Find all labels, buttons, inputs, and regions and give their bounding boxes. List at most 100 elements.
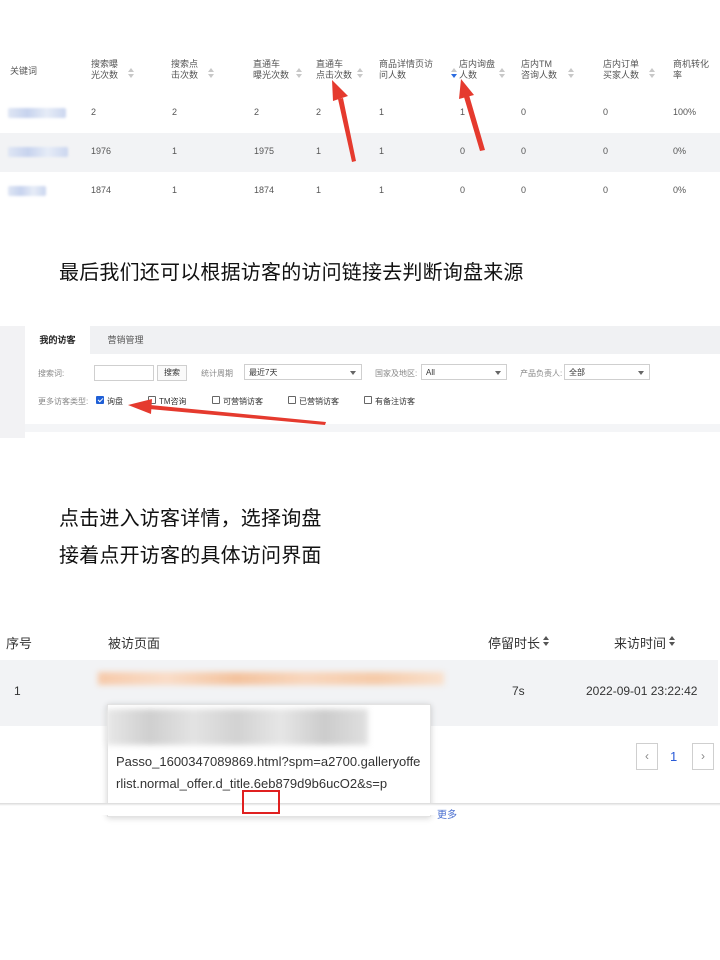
cell: 0 [603, 185, 609, 195]
header-visited-page: 被访页面 [108, 636, 161, 651]
header-visit-time[interactable]: 来访时间 [614, 633, 666, 652]
header-detail-visitors[interactable]: 商品详情页访 问人数 [379, 59, 433, 81]
period-label: 统计周期 [201, 369, 233, 378]
header-search-clicks[interactable]: 搜索点 击次数 [171, 59, 198, 81]
table-row: 1976 1 1975 1 1 0 0 0 0% [0, 133, 720, 172]
cell: 1 [460, 107, 466, 117]
table-row: 2 2 2 2 1 1 0 0 100% [0, 94, 720, 133]
checkbox-marketed[interactable] [288, 396, 296, 404]
header-index: 序号 [6, 636, 33, 651]
next-page-button[interactable]: › [692, 743, 714, 770]
current-page[interactable]: 1 [670, 749, 677, 764]
cell: 0 [521, 146, 527, 156]
cell: 1976 [91, 146, 112, 156]
visited-url-text[interactable]: Passo_1600347089869.html?spm=a2700.galle… [116, 751, 421, 795]
cell: 0% [673, 146, 687, 156]
checkbox-marketed-label: 已营销访客 [299, 397, 339, 406]
sort-icon[interactable] [296, 68, 302, 78]
row-visit-time: 2022-09-01 23:22:42 [586, 684, 698, 698]
header-tm-consults[interactable]: 店内TM 咨询人数 [521, 59, 557, 81]
cell: 2 [316, 107, 322, 117]
sort-icon[interactable] [669, 636, 676, 646]
cell: 0 [521, 185, 527, 195]
sort-icon[interactable] [543, 636, 550, 646]
search-button[interactable]: 搜索 [157, 365, 187, 381]
cell: 1874 [91, 185, 112, 195]
row-stay-duration: 7s [512, 684, 525, 698]
sort-icon[interactable] [357, 68, 363, 78]
caption-inquiry-source: 最后我们还可以根据访客的访问链接去判断询盘来源 [59, 262, 524, 284]
blurred-keyword[interactable] [8, 186, 46, 196]
side-gutter [0, 326, 25, 438]
header-order-buyers[interactable]: 店内订单 买家人数 [603, 59, 639, 81]
header-stay-duration[interactable]: 停留时长 [488, 633, 540, 652]
tab-bar: 我的访客 营销管理 [25, 326, 720, 354]
cell: 100% [673, 107, 697, 117]
cell: 1 [379, 107, 385, 117]
cell: 2 [172, 107, 178, 117]
table-row: 1874 1 1874 1 1 0 0 0 0% [0, 172, 720, 211]
sort-icon[interactable] [649, 68, 655, 78]
cell: 1 [172, 146, 178, 156]
cell: 0 [460, 146, 466, 156]
row-index: 1 [14, 684, 21, 698]
checkbox-tm-consult[interactable] [148, 396, 156, 404]
checkbox-noted[interactable] [364, 396, 372, 404]
header-p4p-impressions[interactable]: 直通车 曝光次数 [253, 59, 289, 81]
cell: 1 [379, 146, 385, 156]
cell: 0 [460, 185, 466, 195]
cell: 0% [673, 185, 687, 195]
sort-icon[interactable] [499, 68, 505, 78]
panel-footer [25, 424, 720, 432]
tab-marketing[interactable]: 营销管理 [92, 326, 159, 354]
caption-select-inquiry: 点击进入访客详情，选择询盘 [59, 508, 322, 530]
header-p4p-clicks[interactable]: 直通车 点击次数 [316, 59, 352, 81]
cell: 1874 [254, 185, 275, 195]
cell: 1975 [254, 146, 275, 156]
highlight-box-source-param [242, 790, 280, 814]
cell: 1 [316, 146, 322, 156]
header-keyword: 关键词 [10, 66, 38, 76]
region-label: 国家及地区: [375, 369, 418, 378]
cell: 0 [603, 146, 609, 156]
cutoff-shadow [0, 803, 720, 806]
owner-select[interactable]: 全部 [564, 364, 650, 380]
visitor-types-label: 更多访客类型: [38, 397, 89, 406]
prev-page-button[interactable]: ‹ [636, 743, 658, 770]
period-select[interactable]: 最近7天 [244, 364, 362, 380]
checkbox-tm-consult-label: TM咨询 [159, 397, 187, 406]
checkbox-inquiry-label: 询盘 [107, 397, 123, 406]
header-search-impressions[interactable]: 搜索曝 光次数 [91, 59, 118, 81]
filter-body: 搜索词: 搜索 统计周期 最近7天 国家及地区: All 产品负责人: 全部 更… [25, 354, 720, 424]
blurred-keyword[interactable] [8, 108, 66, 118]
visitor-filter-panel: 我的访客 营销管理 搜索词: 搜索 统计周期 最近7天 国家及地区: All 产… [0, 326, 720, 438]
caption-open-visit-page: 接着点开访客的具体访问界面 [59, 545, 322, 567]
cell: 0 [603, 107, 609, 117]
header-conversion-rate[interactable]: 商机转化率 [673, 59, 709, 81]
tab-my-visitors[interactable]: 我的访客 [25, 326, 90, 354]
search-label: 搜索词: [38, 369, 65, 378]
cell: 2 [254, 107, 260, 117]
blurred-keyword[interactable] [8, 147, 68, 157]
search-input[interactable] [94, 365, 154, 381]
visit-detail-table: 序号 被访页面 停留时长 来访时间 1 7s 2022-09-01 23:22:… [0, 625, 720, 817]
checkbox-marketable[interactable] [212, 396, 220, 404]
checkbox-noted-label: 有备注访客 [375, 397, 415, 406]
header-store-inquiries[interactable]: 店内询盘 人数 [459, 59, 495, 81]
blurred-url-start [106, 709, 368, 745]
cell: 2 [91, 107, 97, 117]
sort-icon[interactable] [128, 68, 134, 78]
blurred-page-title[interactable] [98, 672, 444, 685]
sort-icon[interactable] [568, 68, 574, 78]
cell: 0 [521, 107, 527, 117]
region-select[interactable]: All [421, 364, 507, 380]
more-link[interactable]: 更多 [437, 806, 457, 821]
table-header: 关键词 搜索曝 光次数 搜索点 击次数 直通车 曝光次数 直通车 点击次数 商品详情页访… [0, 55, 720, 93]
owner-label: 产品负责人: [520, 369, 563, 378]
checkbox-inquiry[interactable] [96, 396, 104, 404]
cell: 1 [316, 185, 322, 195]
checkbox-marketable-label: 可营销访客 [223, 397, 263, 406]
cell: 1 [379, 185, 385, 195]
sort-icon-active[interactable] [451, 68, 457, 78]
sort-icon[interactable] [208, 68, 214, 78]
